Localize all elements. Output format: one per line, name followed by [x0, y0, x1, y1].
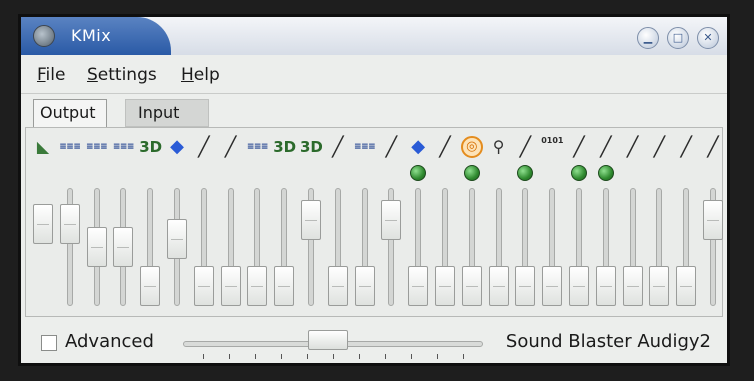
volume-slider-handle[interactable]	[649, 266, 670, 306]
title-tab: KMix	[21, 17, 171, 55]
jack-channel-icon[interactable]: ╱	[434, 136, 456, 158]
jack-channel-icon[interactable]: ╱	[648, 136, 670, 158]
jack-channel-icon[interactable]: ╱	[380, 136, 402, 158]
volume-slider-handle[interactable]	[274, 266, 295, 306]
menu-file[interactable]: File	[37, 65, 65, 85]
jack-channel-icon[interactable]: ╱	[675, 136, 697, 158]
jack-channel-icon[interactable]: ╱	[514, 136, 536, 158]
corner-channel-icon[interactable]: ◣	[32, 136, 54, 158]
mute-led[interactable]	[571, 165, 587, 181]
master-slider-tick	[411, 354, 412, 359]
3d-channel-icon[interactable]: 3D	[139, 136, 162, 158]
menu-help-mnemonic: H	[181, 65, 194, 85]
text-channel-icon[interactable]: ≡≡≡	[59, 136, 81, 158]
volume-slider-handle[interactable]	[435, 266, 455, 306]
mic-channel-icon[interactable]: ⚲	[488, 136, 510, 158]
volume-slider-handle[interactable]	[86, 227, 107, 267]
mixer-panel: ◣ ≡≡≡ ≡≡≡ ≡≡≡ 3D ◆ ╱ ╱ ≡≡≡ 3D 3D ╱ ≡≡≡ ╱ ◆ ╱ ◎ ⚲ ╱ 0101 ╱ ╱ ╱ ╱…	[25, 127, 723, 317]
volume-slider-handle[interactable]	[113, 227, 134, 267]
menu-help[interactable]: Help	[181, 65, 220, 85]
digits-channel-icon[interactable]: 0101	[541, 136, 563, 158]
tab-input[interactable]: Input	[125, 99, 209, 127]
title-bar[interactable]: KMix ▁ □ ✕	[21, 17, 727, 55]
text-channel-icon[interactable]: ≡≡≡	[112, 136, 135, 158]
menu-file-label: ile	[45, 65, 66, 85]
master-slider-tick	[307, 354, 308, 359]
volume-slider-handle[interactable]	[622, 266, 643, 306]
volume-slider-handle[interactable]	[408, 266, 429, 306]
jack-channel-icon[interactable]: ╱	[220, 136, 242, 158]
menu-file-mnemonic: F	[37, 65, 46, 85]
mute-led[interactable]	[410, 165, 427, 181]
jack-channel-icon[interactable]: ╱	[193, 136, 215, 158]
mute-led[interactable]	[517, 165, 534, 181]
master-slider-tick	[333, 354, 334, 359]
text-channel-icon[interactable]: ≡≡≡	[354, 136, 376, 158]
volume-slider-handle[interactable]	[193, 266, 214, 306]
master-slider-tick	[203, 354, 204, 359]
volume-slider-handle[interactable]	[354, 266, 375, 306]
master-slider-tick	[437, 354, 438, 359]
master-slider-tick	[463, 354, 464, 359]
volume-slider-handle[interactable]	[301, 199, 321, 240]
volume-slider-handle[interactable]	[461, 266, 482, 306]
menu-help-label: elp	[193, 65, 220, 85]
volume-slider-handle[interactable]	[595, 266, 616, 306]
volume-slider-handle[interactable]	[247, 266, 268, 306]
close-button[interactable]: ✕	[697, 27, 719, 49]
orange-channel-icon[interactable]: ◎	[460, 136, 483, 158]
master-slider-tick	[255, 354, 256, 359]
maximize-button[interactable]: □	[667, 27, 689, 49]
volume-slider-handle[interactable]	[33, 203, 53, 244]
jack-channel-icon[interactable]: ╱	[568, 136, 590, 158]
mute-led[interactable]	[597, 165, 614, 181]
volume-slider-handle[interactable]	[542, 266, 563, 306]
volume-slider-handle[interactable]	[327, 266, 348, 306]
3d-channel-icon[interactable]: 3D	[300, 136, 323, 158]
blue-channel-icon[interactable]: ◆	[407, 136, 429, 158]
volume-slider-handle[interactable]	[167, 219, 187, 260]
master-volume-handle[interactable]	[307, 330, 348, 350]
menu-settings[interactable]: Settings	[87, 65, 157, 85]
advanced-label: Advanced	[65, 331, 154, 352]
master-slider-tick	[385, 354, 386, 359]
kmix-window: KMix ▁ □ ✕ File Settings Help Output Inp…	[18, 14, 730, 366]
volume-slider-handle[interactable]	[703, 199, 723, 240]
window-title: KMix	[71, 26, 112, 45]
jack-channel-icon[interactable]: ╱	[595, 136, 617, 158]
volume-slider-handle[interactable]	[569, 266, 589, 306]
advanced-checkbox[interactable]	[41, 335, 57, 351]
master-slider-tick	[229, 354, 230, 359]
volume-slider-handle[interactable]	[59, 203, 80, 244]
menu-settings-mnemonic: S	[87, 65, 98, 85]
volume-slider-handle[interactable]	[381, 199, 402, 240]
jack-channel-icon[interactable]: ╱	[622, 136, 644, 158]
bottom-bar: Advanced Sound Blaster Audigy2	[21, 317, 727, 363]
soundcard-label: Sound Blaster Audigy2	[505, 331, 711, 352]
menu-settings-label: ettings	[97, 65, 157, 85]
volume-slider-handle[interactable]	[220, 266, 241, 306]
menu-bar: File Settings Help	[21, 55, 727, 94]
3d-channel-icon[interactable]: 3D	[273, 136, 296, 158]
text-channel-icon[interactable]: ≡≡≡	[86, 136, 108, 158]
tab-bar: Output Input	[21, 93, 727, 129]
minimize-button[interactable]: ▁	[637, 27, 659, 49]
master-slider-tick	[359, 354, 360, 359]
kmix-app-icon[interactable]	[33, 25, 55, 47]
volume-slider-handle[interactable]	[515, 266, 536, 306]
jack-channel-icon[interactable]: ╱	[702, 136, 724, 158]
tab-output[interactable]: Output	[33, 99, 107, 127]
volume-slider-handle[interactable]	[676, 266, 697, 306]
jack-channel-icon[interactable]: ╱	[327, 136, 349, 158]
mute-led[interactable]	[463, 165, 480, 181]
master-slider-tick	[281, 354, 282, 359]
text-channel-icon[interactable]: ≡≡≡	[246, 136, 269, 158]
volume-slider-handle[interactable]	[488, 266, 509, 306]
blue-channel-icon[interactable]: ◆	[166, 136, 188, 158]
volume-slider-handle[interactable]	[140, 266, 161, 306]
